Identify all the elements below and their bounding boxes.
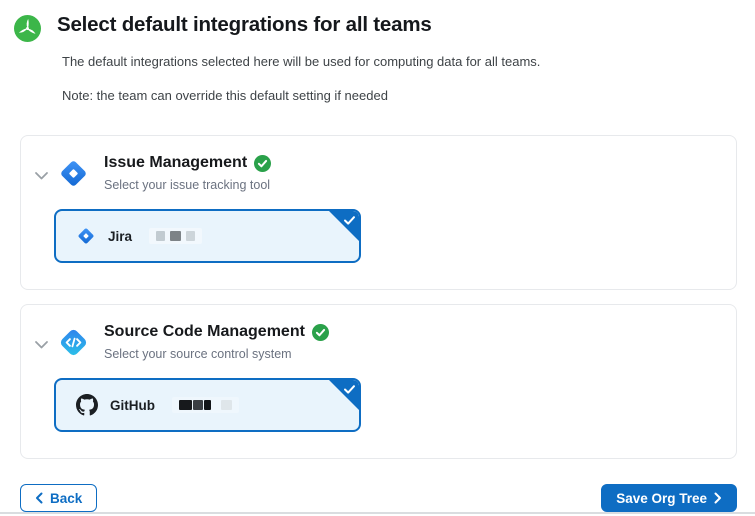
chevron-right-icon — [714, 492, 722, 504]
selected-check-icon — [329, 211, 359, 241]
bottom-divider — [0, 512, 755, 514]
section-subtitle: Select your issue tracking tool — [104, 178, 271, 192]
back-button[interactable]: Back — [20, 484, 97, 512]
option-github-selected[interactable]: GitHub — [54, 378, 361, 432]
chevron-down-icon[interactable] — [34, 168, 49, 178]
chevron-down-icon[interactable] — [34, 337, 49, 347]
github-icon — [76, 394, 98, 416]
option-jira-selected[interactable]: Jira — [54, 209, 361, 263]
check-circle-icon — [312, 324, 329, 341]
jira-icon — [57, 157, 90, 190]
page-description: The default integrations selected here w… — [62, 54, 540, 69]
section-subtitle: Select your source control system — [104, 347, 329, 361]
section-title: Source Code Management — [104, 323, 305, 341]
page-note: Note: the team can override this default… — [62, 88, 540, 103]
integration-sections: Issue Management Select your issue track… — [0, 135, 755, 459]
section-title: Issue Management — [104, 154, 247, 172]
footer-actions: Back Save Org Tree — [0, 484, 755, 512]
jira-icon — [76, 226, 96, 246]
section-source-code-management: Source Code Management Select your sourc… — [20, 304, 737, 459]
check-circle-icon — [254, 155, 271, 172]
back-button-label: Back — [50, 491, 82, 506]
page-header: Select default integrations for all team… — [0, 0, 755, 103]
redacted-text — [172, 397, 239, 413]
redacted-text — [149, 228, 202, 244]
selected-check-icon — [329, 380, 359, 410]
propeller-logo-icon — [14, 15, 41, 42]
save-button-label: Save Org Tree — [616, 491, 707, 506]
page-title: Select default integrations for all team… — [57, 13, 540, 37]
save-org-tree-button[interactable]: Save Org Tree — [601, 484, 737, 512]
option-label: GitHub — [110, 398, 155, 413]
chevron-left-icon — [35, 492, 43, 504]
option-label: Jira — [108, 229, 132, 244]
code-diamond-icon — [57, 326, 90, 359]
section-issue-management: Issue Management Select your issue track… — [20, 135, 737, 290]
